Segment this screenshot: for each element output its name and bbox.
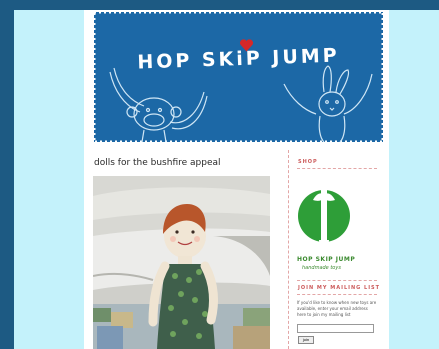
post-title-link[interactable]: dolls for the bushfire appeal	[94, 158, 221, 168]
mailing-list-heading: JOIN MY MAILING LIST	[298, 285, 381, 291]
doll-photo	[93, 176, 270, 349]
mailing-top-rule	[297, 280, 377, 281]
email-field[interactable]	[297, 324, 374, 333]
shop-heading-rule	[297, 168, 377, 169]
mailing-list-description: If you'd like to know when new toys are …	[297, 300, 377, 317]
join-button[interactable]: join	[298, 336, 314, 344]
doll-photo-illustration	[93, 176, 270, 349]
bunny-doodle	[283, 65, 373, 142]
blog-header-banner[interactable]: HOP SKiP JUMP	[94, 12, 383, 142]
screen: HOP SKiP JUMP dolls for the bushfire app…	[0, 0, 439, 349]
sidebar-divider	[288, 150, 289, 349]
monkey-doodle	[109, 67, 208, 142]
heart-icon	[239, 39, 254, 52]
shop-logo-link[interactable]	[297, 178, 351, 262]
shop-subtitle: handmade toys	[302, 265, 341, 271]
shop-heading: SHOP	[298, 159, 318, 165]
mailing-heading-rule	[297, 294, 377, 295]
shop-name: HOP SKIP JUMP	[297, 256, 356, 263]
